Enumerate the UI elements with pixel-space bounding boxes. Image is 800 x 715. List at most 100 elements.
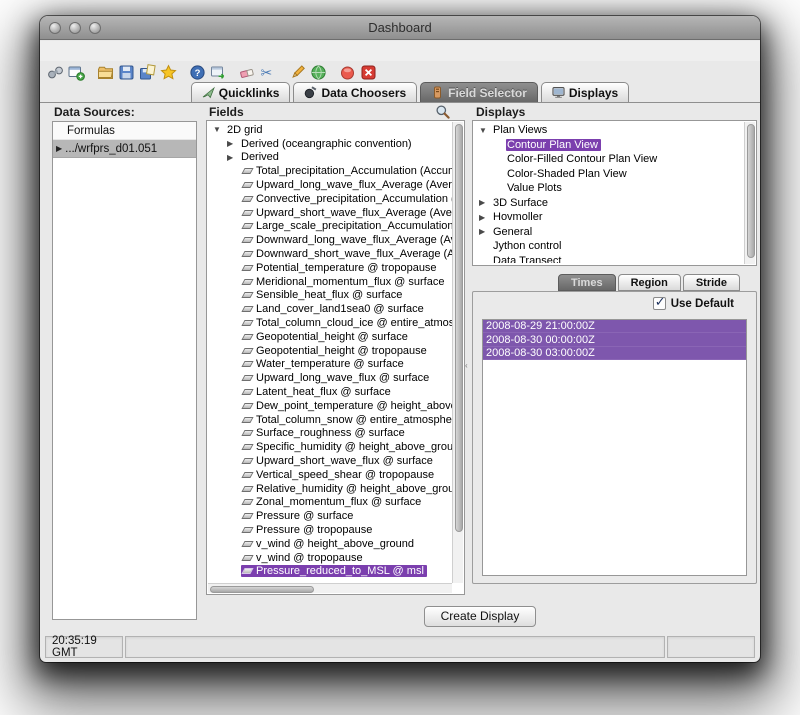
tree-expander-icon[interactable] bbox=[479, 227, 492, 236]
field-tree-item[interactable]: Meridional_momentum_flux @ surface bbox=[207, 275, 452, 289]
tree-expander-icon[interactable] bbox=[479, 213, 492, 222]
scrollbar-thumb[interactable] bbox=[455, 124, 463, 532]
display-tree-item[interactable]: Color-Filled Contour Plan View bbox=[473, 152, 744, 167]
time-item[interactable]: 2008-08-30 03:00:00Z bbox=[483, 347, 746, 360]
show-dashboard-icon[interactable] bbox=[46, 63, 64, 81]
status-message-area bbox=[125, 636, 665, 658]
tree-expander-icon[interactable] bbox=[213, 125, 226, 134]
display-tree-item[interactable]: Value Plots bbox=[473, 181, 744, 196]
tree-expander-icon[interactable] bbox=[479, 198, 492, 207]
create-display-button[interactable]: Create Display bbox=[424, 606, 537, 627]
favorites-icon[interactable] bbox=[159, 63, 177, 81]
field-tree-item[interactable]: Relative_humidity @ height_above_ground bbox=[207, 482, 452, 496]
globe-icon[interactable] bbox=[309, 63, 327, 81]
use-default-checkbox[interactable]: ✓ bbox=[653, 297, 666, 310]
field-tree-item[interactable]: Upward_short_wave_flux_Average (Average … bbox=[207, 206, 452, 220]
field-tree-item[interactable]: Upward_long_wave_flux_Average (Average f… bbox=[207, 178, 452, 192]
tab-stride[interactable]: Stride bbox=[683, 274, 740, 291]
tab-field-selector[interactable]: Field Selector bbox=[420, 82, 538, 102]
field-tree-item[interactable]: Pressure_reduced_to_MSL @ msl bbox=[207, 565, 452, 579]
tree-expander-icon[interactable] bbox=[227, 139, 240, 148]
edit-icon[interactable] bbox=[288, 63, 306, 81]
title-bar[interactable]: Dashboard bbox=[40, 16, 760, 40]
field-tree-item[interactable]: Upward_short_wave_flux @ surface bbox=[207, 454, 452, 468]
tab-quicklinks[interactable]: Quicklinks bbox=[191, 82, 291, 102]
display-tree-item[interactable]: Data Transect bbox=[473, 254, 744, 264]
expander-icon[interactable]: ▶ bbox=[56, 144, 62, 153]
tab-times[interactable]: Times bbox=[558, 274, 616, 291]
time-item[interactable]: 2008-08-30 00:00:00Z bbox=[483, 333, 746, 346]
display-tree-item[interactable]: Jython control bbox=[473, 239, 744, 254]
field-tree-item[interactable]: 2D grid bbox=[207, 123, 452, 137]
display-tree-item[interactable]: Plan Views bbox=[473, 123, 744, 138]
field-tree-item[interactable]: Pressure @ tropopause bbox=[207, 523, 452, 537]
tree-expander-icon[interactable] bbox=[479, 126, 492, 135]
scrollbar-thumb[interactable] bbox=[210, 586, 314, 593]
search-icon[interactable] bbox=[435, 104, 451, 120]
field-tree-item[interactable]: Specific_humidity @ height_above_ground bbox=[207, 440, 452, 454]
field-tree-item[interactable]: Convective_precipitation_Accumulation (A… bbox=[207, 192, 452, 206]
tab-displays[interactable]: Displays bbox=[541, 82, 629, 102]
display-tree-item[interactable]: Hovmoller bbox=[473, 210, 744, 225]
field-tree-item[interactable]: Sensible_heat_flux @ surface bbox=[207, 289, 452, 303]
save-as-icon[interactable] bbox=[138, 63, 156, 81]
field-tree-item[interactable]: Pressure @ surface bbox=[207, 509, 452, 523]
field-tree-item[interactable]: Water_temperature @ surface bbox=[207, 358, 452, 372]
data-source-item[interactable]: ▶ .../wrfprs_d01.051 bbox=[53, 140, 196, 158]
splitter-handle-icon[interactable]: ‹ bbox=[465, 361, 468, 370]
display-tree-item[interactable]: Contour Plan View bbox=[473, 138, 744, 153]
field-tree-item[interactable]: Surface_roughness @ surface bbox=[207, 427, 452, 441]
field-tree-item[interactable]: Derived bbox=[207, 151, 452, 165]
tree-expander-icon[interactable] bbox=[227, 153, 240, 162]
record-icon[interactable] bbox=[338, 63, 356, 81]
field-tree-item[interactable]: Downward_short_wave_flux_Average (Averag… bbox=[207, 247, 452, 261]
field-tree-item[interactable]: Geopotential_height @ tropopause bbox=[207, 344, 452, 358]
field-tree-item[interactable]: Land_cover_land1sea0 @ surface bbox=[207, 302, 452, 316]
field-tree-item[interactable]: Large_scale_precipitation_Accumulation (… bbox=[207, 220, 452, 234]
field-tree-item[interactable]: Latent_heat_flux @ surface bbox=[207, 385, 452, 399]
field-tree-item[interactable]: v_wind @ tropopause bbox=[207, 551, 452, 565]
time-item[interactable]: 2008-08-29 21:00:00Z bbox=[483, 320, 746, 333]
field-tree-item[interactable]: Vertical_speed_shear @ tropopause bbox=[207, 468, 452, 482]
displays-vertical-scrollbar[interactable] bbox=[744, 122, 755, 264]
display-tree-item[interactable]: 3D Surface bbox=[473, 196, 744, 211]
field-tree-item[interactable]: Upward_long_wave_flux @ surface bbox=[207, 371, 452, 385]
tab-data-choosers[interactable]: Data Choosers bbox=[293, 82, 417, 102]
field-tree-item[interactable]: Total_precipitation_Accumulation (Accumu… bbox=[207, 164, 452, 178]
svg-text:✂: ✂ bbox=[260, 65, 272, 81]
open-file-icon[interactable] bbox=[96, 63, 114, 81]
field-tree-item[interactable]: v_wind @ height_above_ground bbox=[207, 537, 452, 551]
times-subset-panel: ✓ Use Default 2008-08-29 21:00:00Z2008-0… bbox=[472, 291, 757, 584]
erase-icon[interactable] bbox=[238, 63, 256, 81]
field-tree-item[interactable]: Dew_point_temperature @ height_above_gro… bbox=[207, 399, 452, 413]
field-tree-item[interactable]: Total_column_cloud_ice @ entire_atmosphe… bbox=[207, 316, 452, 330]
field-icon bbox=[241, 251, 253, 257]
check-icon: ✓ bbox=[655, 294, 666, 310]
stop-icon[interactable] bbox=[359, 63, 377, 81]
field-label: Upward_long_wave_flux_Average (Average f… bbox=[256, 179, 452, 191]
field-icon bbox=[241, 472, 253, 478]
data-source-item[interactable]: ▶ Formulas bbox=[53, 122, 196, 140]
display-tree-item[interactable]: General bbox=[473, 225, 744, 240]
field-icon bbox=[241, 237, 253, 243]
status-bar: 20:35:19 GMT bbox=[45, 636, 755, 658]
cut-icon[interactable]: ✂ bbox=[259, 63, 277, 81]
field-tree-item[interactable]: Total_column_snow @ entire_atmosphere bbox=[207, 413, 452, 427]
menu-bar bbox=[40, 41, 760, 61]
fields-horizontal-scrollbar[interactable] bbox=[208, 583, 452, 593]
help-icon[interactable]: ? bbox=[188, 63, 206, 81]
export-icon[interactable] bbox=[209, 63, 227, 81]
scrollbar-thumb[interactable] bbox=[747, 124, 755, 258]
field-tree-item[interactable]: Potential_temperature @ tropopause bbox=[207, 261, 452, 275]
tab-region[interactable]: Region bbox=[618, 274, 681, 291]
display-tree-item[interactable]: Color-Shaded Plan View bbox=[473, 167, 744, 182]
field-tree-item[interactable]: Downward_long_wave_flux_Average (Average… bbox=[207, 233, 452, 247]
new-window-icon[interactable] bbox=[67, 63, 85, 81]
fields-vertical-scrollbar[interactable] bbox=[452, 122, 463, 583]
save-icon[interactable] bbox=[117, 63, 135, 81]
fields-tree-box: 2D grid Derived (oceangraphic convention… bbox=[206, 120, 465, 595]
displays-tree-box: Plan Views Contour Plan View Color-Fille… bbox=[472, 120, 757, 266]
field-tree-item[interactable]: Derived (oceangraphic convention) bbox=[207, 137, 452, 151]
field-tree-item[interactable]: Geopotential_height @ surface bbox=[207, 330, 452, 344]
field-tree-item[interactable]: Zonal_momentum_flux @ surface bbox=[207, 496, 452, 510]
